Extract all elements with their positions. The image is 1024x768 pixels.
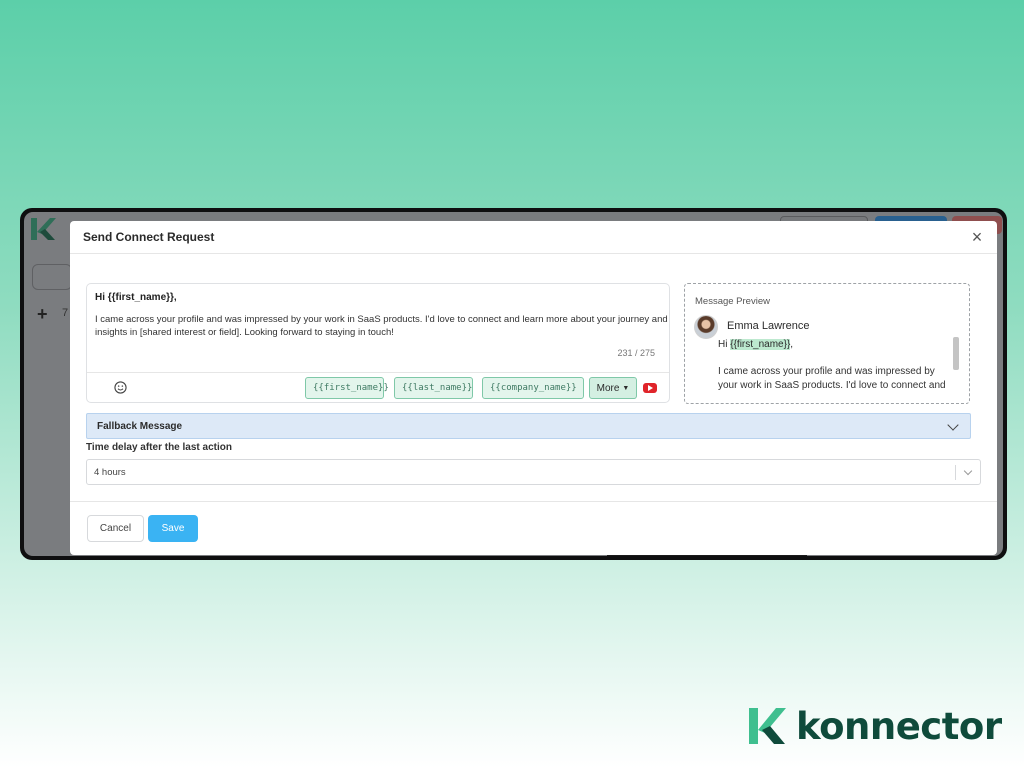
emoji-icon[interactable] — [114, 381, 127, 394]
preview-greeting-prefix: Hi — [718, 339, 728, 350]
konnector-logo-icon — [749, 708, 786, 744]
fallback-message-accordion[interactable]: Fallback Message — [86, 413, 971, 439]
preview-contact-name: Emma Lawrence — [727, 320, 810, 332]
insert-last-name-button[interactable]: {{last_name}} — [394, 377, 473, 399]
send-connect-request-modal: Send Connect Request × Hi {{first_name}}… — [70, 221, 997, 555]
message-editor[interactable]: Hi {{first_name}}, I came across your pr… — [86, 283, 670, 403]
avatar — [694, 315, 718, 339]
fallback-label: Fallback Message — [97, 420, 183, 432]
preview-greeting-suffix: , — [790, 339, 794, 350]
more-variables-button[interactable]: More ▼ — [589, 377, 637, 399]
close-icon[interactable]: × — [967, 227, 987, 247]
cancel-button[interactable]: Cancel — [87, 515, 144, 542]
plus-icon: + — [37, 304, 48, 324]
chevron-down-icon — [963, 466, 973, 476]
time-delay-select[interactable]: 4 hours — [86, 459, 981, 485]
preview-scrollbar[interactable] — [953, 337, 959, 370]
editor-body: I came across your profile and was impre… — [95, 314, 668, 338]
character-count: 231 / 275 — [617, 348, 655, 358]
konnector-logo-icon — [31, 218, 56, 240]
preview-greeting: Hi {{first_name}}, — [718, 339, 793, 350]
background-counter: 7 — [62, 307, 69, 319]
footer-divider — [70, 501, 997, 502]
time-delay-label: Time delay after the last action — [86, 442, 232, 453]
caret-down-icon: ▼ — [622, 384, 630, 392]
editor-toolbar: {{first_name}} {{last_name}} {{company_n… — [87, 372, 669, 402]
modal-header: Send Connect Request × — [70, 221, 997, 254]
time-delay-value: 4 hours — [94, 466, 126, 478]
insert-company-name-button[interactable]: {{company_name}} — [482, 377, 584, 399]
save-button[interactable]: Save — [148, 515, 198, 542]
preview-label: Message Preview — [695, 296, 770, 307]
background-search — [32, 264, 72, 290]
modal-title: Send Connect Request — [83, 230, 215, 244]
preview-body: I came across your profile and was impre… — [718, 366, 946, 391]
message-preview: Message Preview Emma Lawrence Hi {{first… — [684, 283, 970, 404]
more-label: More — [596, 382, 620, 394]
brand-logo: konnector — [746, 704, 1002, 748]
chevron-down-icon — [947, 419, 959, 431]
brand-name: konnector — [796, 704, 1002, 748]
youtube-icon[interactable] — [643, 383, 657, 393]
select-separator — [955, 465, 956, 480]
insert-first-name-button[interactable]: {{first_name}} — [305, 377, 389, 399]
editor-greeting: Hi {{first_name}}, — [95, 292, 177, 303]
preview-greeting-variable: {{first_name}} — [730, 339, 791, 350]
